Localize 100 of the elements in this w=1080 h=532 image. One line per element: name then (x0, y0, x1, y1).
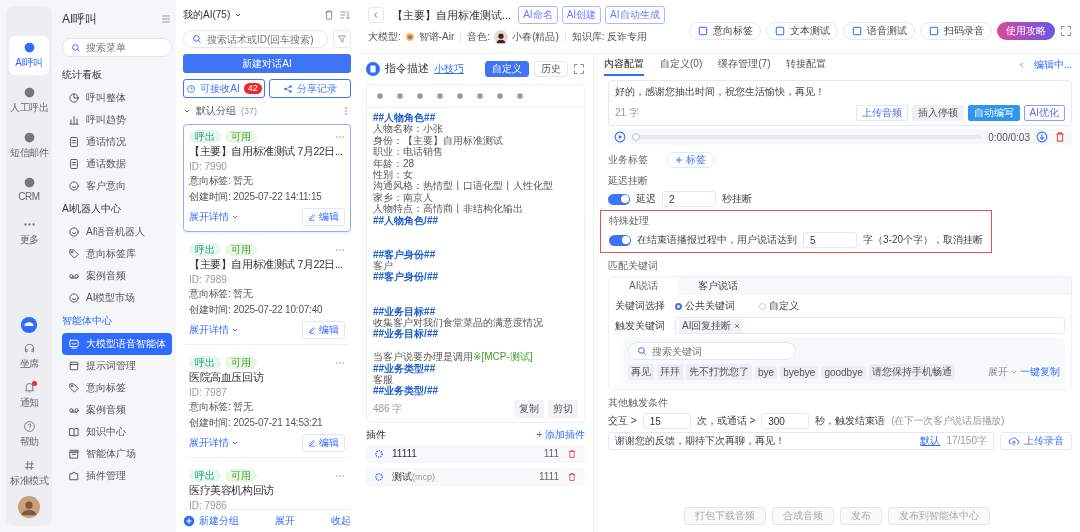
rail-item[interactable]: 短信邮件 (9, 126, 49, 165)
tips-link[interactable]: 小技巧 (434, 62, 464, 76)
interaction-input[interactable]: 15 (642, 413, 691, 429)
expand-details-link[interactable]: 展开详情 (189, 210, 229, 224)
end-text-field[interactable]: 谢谢您的反馈，期待下次再聊，再见！ 默认 17/150字 (608, 432, 994, 450)
guide-button[interactable]: 使用攻略 (997, 22, 1055, 40)
plugin-row[interactable]: 测试(mcp) 1111 (366, 467, 585, 486)
menu-item[interactable]: 呼叫整体 (62, 87, 172, 109)
mode-button[interactable]: 自定义 (485, 61, 529, 77)
menu-item[interactable]: 通话情况 (62, 131, 172, 153)
search-field[interactable]: 搜索关键词 (628, 342, 796, 360)
action-button[interactable]: 扫码录音 (920, 22, 992, 40)
expand-link[interactable]: 展开 (988, 365, 1008, 379)
search-field[interactable]: 搜索话术或ID(回车搜索) (183, 30, 328, 48)
keyword-chip[interactable]: goodbye (821, 365, 866, 379)
rail-item[interactable]: 标准模式 (9, 457, 49, 490)
chevron-down-icon[interactable] (183, 107, 191, 115)
keyword-chip[interactable]: 再见 (628, 364, 654, 380)
menu-item[interactable]: 通话数据 (62, 153, 172, 175)
trash-icon[interactable] (567, 471, 577, 482)
reply-button[interactable]: AI优化 (1023, 105, 1065, 121)
logo-icon[interactable] (20, 316, 38, 334)
upload-recording-button[interactable]: 上传录音 (1000, 432, 1072, 450)
trash-icon[interactable] (323, 9, 335, 21)
reply-button[interactable]: 上传音频 (855, 105, 908, 121)
expand-details-link[interactable]: 展开详情 (189, 323, 229, 337)
prompt-editor[interactable] (366, 84, 585, 423)
play-icon[interactable] (614, 131, 626, 143)
download-icon[interactable] (1036, 131, 1048, 143)
rail-item[interactable]: 帮助 (9, 418, 49, 451)
chevron-left-icon[interactable] (1017, 61, 1026, 69)
menu-item[interactable]: 意向标签库 (62, 243, 172, 265)
filter-button[interactable] (333, 30, 351, 48)
duration-input[interactable]: 300 (761, 413, 810, 429)
menu-item[interactable]: 知识中心 (62, 421, 172, 443)
edit-button[interactable]: 编辑 (302, 321, 345, 339)
radio-option[interactable]: 自定义 (759, 299, 799, 313)
ai-chip[interactable]: AI命名 (518, 6, 558, 24)
tab[interactable]: 自定义(0) (660, 54, 703, 76)
plugin-row[interactable]: 11111 111 (366, 444, 585, 463)
agent-card[interactable]: 呼出 可用 【主要】自用标准测试 7月22日... ID: 7989 意向标签: 暂无 创建时间: 2025-07-22 10:07:40 展开详情 编辑 (183, 237, 351, 345)
fullscreen-icon[interactable] (1060, 25, 1072, 37)
rail-item[interactable]: 坐席 (9, 340, 49, 373)
keyword-chip[interactable]: 拜拜 (657, 364, 683, 380)
radio-option[interactable]: 公共关键词 (675, 299, 735, 313)
receive-ai-button[interactable]: 可接收AI 42 (183, 79, 265, 98)
tab[interactable]: 内容配置 (604, 54, 644, 76)
menu-item[interactable]: AI模型市场 (62, 287, 172, 309)
rail-item[interactable]: CRM (9, 171, 49, 207)
close-icon[interactable] (734, 322, 741, 329)
edit-button[interactable]: 编辑 (302, 434, 345, 452)
chevron-down-icon[interactable] (231, 213, 239, 221)
chevron-down-icon[interactable] (231, 326, 239, 334)
collapse-link[interactable]: 收起 (331, 514, 351, 528)
tab[interactable]: 缓存管理(7) (718, 54, 771, 76)
delay-switch[interactable] (608, 193, 630, 205)
mode-button[interactable]: 历史 (534, 61, 568, 77)
share-record-button[interactable]: 分享记录 (269, 79, 351, 98)
sort-icon[interactable] (339, 9, 351, 21)
agent-card[interactable]: 呼出 可用 医院高血压回访 ID: 7987 意向标签: 暂无 创建时间: 2025-07-21 14:53:21 展开详情 编辑 (183, 350, 351, 458)
agent-card[interactable]: 呼出 可用 【主要】自用标准测试 7月22日... ID: 7990 意向标签: 暂无 创建时间: 2025-07-22 14:11:15 展开详情 编辑 (183, 124, 351, 232)
chevron-down-icon[interactable] (231, 439, 239, 447)
new-ai-button[interactable]: 新建对话AI (183, 54, 351, 73)
expand-details-link[interactable]: 展开详情 (189, 436, 229, 450)
trash-icon[interactable] (1054, 131, 1066, 143)
rail-item[interactable]: 通知 (9, 379, 49, 412)
menu-item[interactable]: 案例音频 (62, 265, 172, 287)
copy-all-link[interactable]: 一键复制 (1020, 365, 1060, 379)
keyword-chip[interactable]: bye (755, 365, 778, 379)
default-link[interactable]: 默认 (920, 434, 941, 448)
copy-button[interactable]: 复制 (514, 399, 544, 418)
trash-icon[interactable] (567, 448, 577, 459)
group-name[interactable]: 默认分组 (196, 104, 236, 118)
rail-item[interactable]: AI呼叫 (9, 36, 49, 75)
menu-item[interactable]: 客户意向 (62, 175, 172, 197)
list-title[interactable]: 我的AI(75) (183, 8, 231, 22)
ai-chip[interactable]: AI自动生成 (605, 6, 665, 24)
delay-input[interactable]: 2 (662, 191, 716, 207)
keyword-chip[interactable]: 先不打扰您了 (686, 364, 752, 380)
menu-item[interactable]: 案例音频 (62, 399, 172, 421)
action-button[interactable]: 意向标签 (689, 22, 761, 40)
tab[interactable]: AI说话 (609, 277, 679, 295)
search-input[interactable]: 搜索关键词 (652, 345, 787, 357)
special-switch[interactable] (609, 234, 631, 246)
back-button[interactable] (368, 7, 384, 23)
fullscreen-icon[interactable] (573, 63, 585, 75)
reply-text-area[interactable]: 好的，感谢您抽出时间，祝您生活愉快，再见！ 21 字 上传音频 插入停顿 自动编写 AI优化 (608, 80, 1072, 126)
rail-item[interactable]: 人工呼出 (9, 81, 49, 120)
keyword-chip[interactable]: 请您保持手机畅通 (868, 364, 955, 380)
tab[interactable]: 客户说话 (678, 277, 759, 295)
rail-item[interactable]: 更多 (9, 213, 49, 252)
menu-item[interactable]: 插件管理 (62, 465, 172, 487)
expand-link[interactable]: 展开 (275, 514, 295, 528)
reply-button[interactable]: 插入停顿 (911, 105, 964, 121)
agent-card[interactable]: 呼出 可用 医疗美容机构回访 ID: 7986 (183, 463, 351, 509)
menu-item[interactable]: 意向标签 (62, 377, 172, 399)
menu-item[interactable]: 提示词管理 (62, 355, 172, 377)
avatar[interactable] (18, 496, 40, 518)
keyword-tags-field[interactable]: AI回复挂断 (675, 317, 1065, 334)
cut-button[interactable]: 剪切 (548, 399, 578, 418)
